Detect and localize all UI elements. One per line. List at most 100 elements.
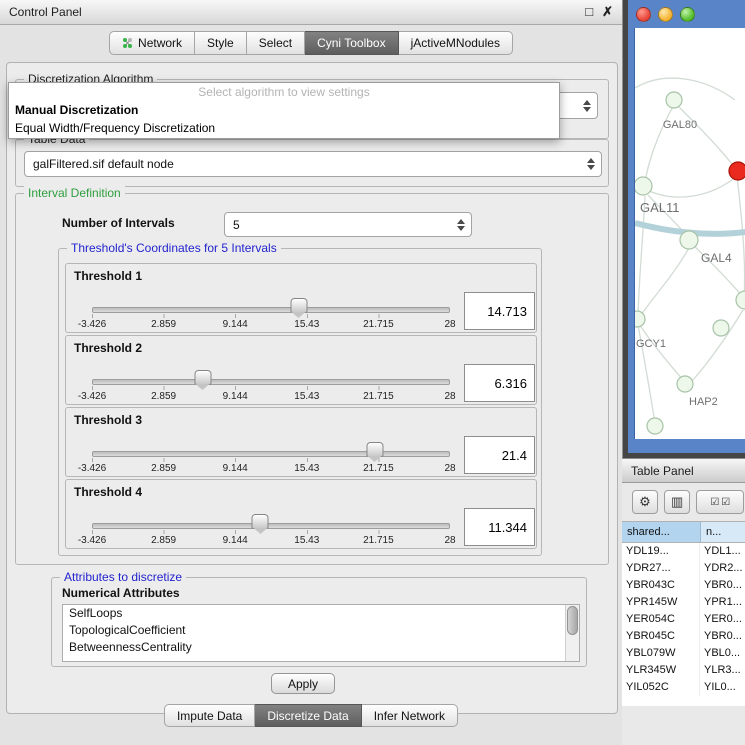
checkbox-icon: ☑	[721, 497, 730, 508]
close-traffic-light-icon[interactable]	[636, 7, 651, 22]
close-window-icon[interactable]: ✗	[602, 4, 613, 20]
table-panel: Table Panel ⚙ ▥ ☑ ☑ shared... n... YDL19…	[622, 458, 745, 745]
dropdown-item-equal-width-frequency[interactable]: Equal Width/Frequency Discretization	[9, 119, 559, 137]
network-node[interactable]	[666, 92, 682, 108]
threshold-coordinates-group: Threshold's Coordinates for 5 Intervals …	[58, 248, 542, 556]
network-canvas[interactable]: GAL80 GAL11 GAL4 GCY1 HAP2	[634, 28, 745, 439]
network-node[interactable]	[635, 311, 645, 327]
threshold-1-value-field[interactable]: 14.713	[464, 292, 535, 330]
numerical-attributes-label: Numerical Attributes	[62, 586, 180, 600]
table-data-combobox[interactable]: galFiltered.sif default node	[24, 151, 602, 177]
float-window-icon[interactable]: □	[585, 4, 593, 20]
table-settings-button[interactable]: ⚙	[632, 490, 658, 514]
network-node[interactable]	[713, 320, 729, 336]
slider-tick-marks	[92, 530, 450, 534]
tab-style[interactable]: Style	[195, 31, 247, 55]
slider-track[interactable]	[92, 451, 450, 457]
slider-tick-labels: -3.426 2.859 9.144 15.43 21.715 28	[92, 535, 450, 547]
threshold-3-value-field[interactable]: 21.4	[464, 436, 535, 474]
titlebar-buttons: □ ✗	[585, 4, 613, 20]
combo-value: 5	[233, 218, 240, 232]
combo-stepper-icon[interactable]	[587, 158, 595, 170]
selected-network-node[interactable]	[729, 162, 745, 180]
network-node[interactable]	[635, 177, 652, 195]
threshold-4-value-field[interactable]: 11.344	[464, 508, 535, 546]
screen: Control Panel □ ✗ Network Style Select C…	[0, 0, 745, 745]
table-panel-toolbar: ⚙ ▥ ☑ ☑	[622, 483, 745, 521]
attributes-to-discretize-group: Attributes to discretize Numerical Attri…	[51, 577, 587, 667]
threshold-label: Threshold 3	[74, 413, 142, 427]
zoom-traffic-light-icon[interactable]	[680, 7, 695, 22]
slider-tick-marks	[92, 314, 450, 318]
control-panel-window: Control Panel □ ✗ Network Style Select C…	[0, 0, 623, 745]
list-item[interactable]: SelfLoops	[63, 605, 579, 622]
minimize-traffic-light-icon[interactable]	[658, 7, 673, 22]
network-node[interactable]	[680, 231, 698, 249]
slider-thumb[interactable]	[194, 370, 211, 385]
table-row[interactable]: YDR27...YDR2...	[622, 560, 745, 577]
network-node[interactable]	[647, 418, 663, 434]
row-selection-filter-button[interactable]: ☑ ☑	[696, 490, 744, 514]
tab-network[interactable]: Network	[109, 31, 195, 55]
column-header-name[interactable]: n...	[701, 522, 745, 542]
dropdown-item-manual-discretization[interactable]: Manual Discretization	[9, 101, 559, 119]
tab-label: jActiveMNodules	[411, 36, 500, 50]
list-item[interactable]: TopologicalCoefficient	[63, 622, 579, 639]
group-label: Interval Definition	[24, 186, 125, 200]
network-node[interactable]	[677, 376, 693, 392]
threshold-1-box: Threshold 1 -3.426 2.859 9.144 15.43 21.…	[65, 263, 537, 333]
table-row[interactable]: YBL079WYBL0...	[622, 645, 745, 662]
tab-label: Style	[207, 36, 234, 50]
scrollbar-thumb[interactable]	[567, 606, 578, 635]
combo-value: galFiltered.sif default node	[33, 157, 174, 171]
bottom-tab-bar: Impute Data Discretize Data Infer Networ…	[0, 704, 622, 727]
slider-track[interactable]	[92, 379, 450, 385]
tab-jactivemnodules[interactable]: jActiveMNodules	[399, 31, 513, 55]
column-visibility-button[interactable]: ▥	[664, 490, 690, 514]
table-panel-title[interactable]: Table Panel	[622, 458, 745, 483]
slider-thumb[interactable]	[290, 298, 307, 313]
window-title: Control Panel	[9, 5, 585, 19]
slider-thumb[interactable]	[366, 442, 383, 457]
list-item[interactable]: BetweennessCentrality	[63, 639, 579, 656]
slider-tick-labels: -3.426 2.859 9.144 15.43 21.715 28	[92, 391, 450, 403]
tab-select[interactable]: Select	[247, 31, 305, 55]
table-row[interactable]: YDL19...YDL1...	[622, 543, 745, 560]
group-label: Attributes to discretize	[60, 570, 186, 584]
slider-thumb[interactable]	[252, 514, 269, 529]
tab-discretize-data[interactable]: Discretize Data	[255, 704, 361, 727]
node-label: GAL80	[663, 119, 697, 131]
slider-track[interactable]	[92, 523, 450, 529]
threshold-label: Threshold 2	[74, 341, 142, 355]
table-header-row: shared... n...	[622, 521, 745, 543]
dropdown-placeholder-item[interactable]: Select algorithm to view settings	[9, 83, 559, 101]
combo-stepper-icon[interactable]	[583, 100, 591, 112]
tab-label: Select	[259, 36, 292, 50]
numerical-attributes-list[interactable]: SelfLoops TopologicalCoefficient Between…	[62, 604, 580, 662]
tab-cyni-toolbox[interactable]: Cyni Toolbox	[305, 31, 398, 55]
combo-stepper-icon[interactable]	[457, 219, 465, 231]
gear-icon: ⚙	[639, 494, 651, 510]
list-scrollbar[interactable]	[565, 605, 579, 661]
table-row[interactable]: YBR045CYBR0...	[622, 628, 745, 645]
slider-track[interactable]	[92, 307, 450, 313]
threshold-2-value-field[interactable]: 6.316	[464, 364, 535, 402]
table-row[interactable]: YER054CYER0...	[622, 611, 745, 628]
network-node[interactable]	[736, 291, 745, 309]
apply-button[interactable]: Apply	[271, 673, 335, 694]
tab-infer-network[interactable]: Infer Network	[362, 704, 458, 727]
slider-tick-marks	[92, 386, 450, 390]
network-icon	[122, 37, 133, 49]
threshold-4-box: Threshold 4 -3.426 2.859 9.144 15.43 21.…	[65, 479, 537, 549]
slider-tick-labels: -3.426 2.859 9.144 15.43 21.715 28	[92, 319, 450, 331]
table-row[interactable]: YPR145WYPR1...	[622, 594, 745, 611]
table-row[interactable]: YIL052CYIL0...	[622, 679, 745, 696]
num-intervals-combobox[interactable]: 5	[224, 212, 472, 237]
column-header-shared-name[interactable]: shared...	[622, 522, 701, 542]
algorithm-dropdown-list: Select algorithm to view settings Manual…	[8, 82, 560, 139]
table-row[interactable]: YBR043CYBR0...	[622, 577, 745, 594]
cyni-toolbox-panel: Discretization Algorithm Table Data galF…	[6, 62, 618, 714]
window-traffic-lights	[636, 7, 695, 22]
table-row[interactable]: YLR345WYLR3...	[622, 662, 745, 679]
tab-impute-data[interactable]: Impute Data	[164, 704, 255, 727]
